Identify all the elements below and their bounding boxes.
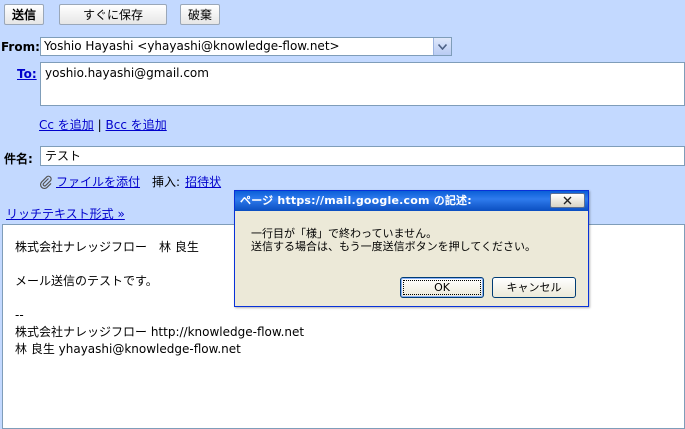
from-select[interactable]: Yoshio Hayashi <yhayashi@knowledge-flow.… xyxy=(40,37,452,56)
dialog-message-line: 送信する場合は、もう一度送信ボタンを押してください。 xyxy=(251,240,537,253)
paperclip-icon[interactable] xyxy=(39,175,53,189)
link-separator: | xyxy=(97,118,102,132)
dialog-title: ページ https://mail.google.com の記述: xyxy=(235,191,588,211)
alert-dialog: ページ https://mail.google.com の記述: 一行目が「様」… xyxy=(234,190,589,307)
add-cc-link[interactable]: Cc を追加 xyxy=(39,118,94,132)
close-button[interactable] xyxy=(550,193,585,208)
to-link[interactable]: To: xyxy=(17,67,37,81)
cancel-button[interactable]: キャンセル xyxy=(492,277,576,298)
subject-value: テスト xyxy=(45,149,82,163)
to-value: yoshio.hayashi@gmail.com xyxy=(45,66,209,80)
save-now-button[interactable]: すぐに保存 xyxy=(59,4,167,25)
dialog-message: 一行目が「様」で終わっていません。 送信する場合は、もう一度送信ボタンを押してく… xyxy=(251,227,536,253)
send-button[interactable]: 送信 xyxy=(4,4,44,25)
ok-button[interactable]: OK xyxy=(400,277,484,298)
insert-label: 挿入: xyxy=(152,175,181,189)
body-line: 林 良生 yhayashi@knowledge-flow.net xyxy=(15,342,241,356)
close-icon xyxy=(563,194,572,208)
discard-button[interactable]: 破棄 xyxy=(180,4,220,25)
add-bcc-link[interactable]: Bcc を追加 xyxy=(106,118,167,132)
subject-field[interactable]: テスト xyxy=(40,146,685,166)
from-value: Yoshio Hayashi <yhayashi@knowledge-flow.… xyxy=(44,39,340,53)
attach-row: ファイルを添付 挿入: 招待状 xyxy=(39,173,221,190)
invite-link[interactable]: 招待状 xyxy=(185,173,221,190)
to-field[interactable]: yoshio.hayashi@gmail.com xyxy=(40,62,685,106)
body-line: -- xyxy=(15,308,24,322)
attach-file-link[interactable]: ファイルを添付 xyxy=(56,173,140,190)
subject-label: 件名: xyxy=(4,152,33,166)
from-label: From: xyxy=(1,40,40,54)
chevron-down-icon[interactable] xyxy=(433,38,451,55)
body-line: 株式会社ナレッジフロー http://knowledge-flow.net xyxy=(15,325,305,339)
rich-text-link[interactable]: リッチテキスト形式 » xyxy=(6,205,125,222)
dialog-message-line: 一行目が「様」で終わっていません。 xyxy=(251,227,438,240)
cc-bcc-row: Cc を追加 | Bcc を追加 xyxy=(39,116,167,133)
